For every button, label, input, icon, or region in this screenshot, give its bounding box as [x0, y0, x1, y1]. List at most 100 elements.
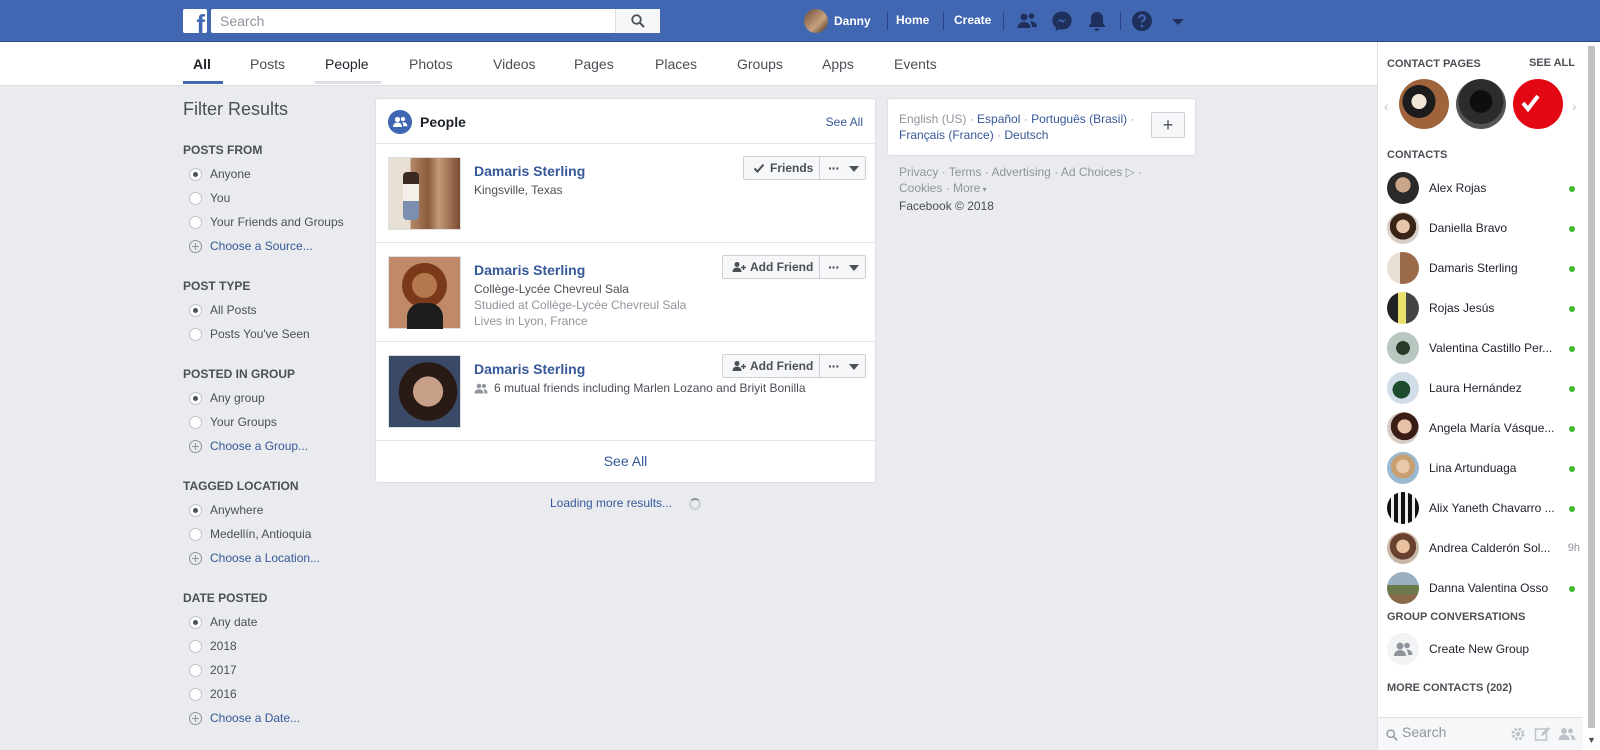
radio-anyone[interactable]: Anyone: [189, 166, 251, 182]
tab-photos[interactable]: Photos: [409, 56, 453, 72]
radio-friends-and-groups[interactable]: Your Friends and Groups: [189, 214, 344, 230]
add-language-button[interactable]: +: [1151, 112, 1185, 138]
privacy-link[interactable]: Privacy: [899, 165, 938, 179]
tab-posts[interactable]: Posts: [250, 56, 285, 72]
radio-button[interactable]: [189, 191, 202, 205]
contact-item[interactable]: Alix Yaneth Chavarro ...: [1387, 490, 1575, 526]
contact-item[interactable]: Andrea Calderón Sol... 9h: [1387, 530, 1580, 566]
radio-2016[interactable]: 2016: [189, 686, 237, 702]
contact-item[interactable]: Danna Valentina Osso: [1387, 570, 1575, 606]
contact-page-avatar[interactable]: [1399, 79, 1449, 129]
contact-item[interactable]: Alex Rojas: [1387, 170, 1575, 206]
choose-location-link[interactable]: Choose a Location...: [189, 550, 320, 566]
profile-photo[interactable]: [388, 256, 461, 329]
radio-button[interactable]: [189, 327, 202, 341]
contact-page-avatar[interactable]: [1456, 79, 1506, 129]
radio-anywhere[interactable]: Anywhere: [189, 502, 263, 518]
radio-all-posts[interactable]: All Posts: [189, 302, 257, 318]
radio-2017[interactable]: 2017: [189, 662, 237, 678]
radio-posts-seen[interactable]: Posts You've Seen: [189, 326, 310, 342]
ad-choices-link[interactable]: Ad Choices: [1061, 165, 1122, 179]
radio-button[interactable]: [189, 167, 202, 181]
contact-item[interactable]: Valentina Castillo Per...: [1387, 330, 1575, 366]
search-button[interactable]: [615, 9, 660, 33]
language-link[interactable]: Deutsch: [1004, 128, 1048, 142]
profile-link[interactable]: Danny: [804, 9, 871, 33]
gear-icon[interactable]: [1510, 726, 1526, 742]
tab-videos[interactable]: Videos: [493, 56, 536, 72]
home-link[interactable]: Home: [896, 13, 929, 27]
radio-medellin[interactable]: Medellín, Antioquia: [189, 526, 311, 542]
tab-places[interactable]: Places: [655, 56, 697, 72]
radio-button[interactable]: [189, 415, 202, 429]
radio-any-date[interactable]: Any date: [189, 614, 257, 630]
choose-date-link[interactable]: Choose a Date...: [189, 710, 300, 726]
person-name-link[interactable]: Damaris Sterling: [474, 262, 585, 278]
contact-item[interactable]: Laura Hernández: [1387, 370, 1575, 406]
create-link[interactable]: Create: [954, 13, 991, 27]
add-friend-button[interactable]: Add Friend: [722, 354, 820, 378]
contact-item[interactable]: Rojas Jesús: [1387, 290, 1575, 326]
radio-any-group[interactable]: Any group: [189, 390, 265, 406]
radio-your-groups[interactable]: Your Groups: [189, 414, 277, 430]
account-menu-caret-icon[interactable]: [1166, 9, 1190, 33]
person-name-link[interactable]: Damaris Sterling: [474, 163, 585, 179]
more-options-button[interactable]: ···: [819, 255, 866, 279]
chat-search-input[interactable]: [1402, 724, 1502, 740]
friend-requests-icon[interactable]: [1015, 9, 1039, 33]
choose-source-link[interactable]: Choose a Source...: [189, 238, 313, 254]
messenger-icon[interactable]: [1050, 9, 1074, 33]
chevron-left-icon[interactable]: ‹: [1384, 98, 1389, 114]
radio-button[interactable]: [189, 687, 202, 701]
tab-people[interactable]: People: [325, 56, 369, 72]
help-icon[interactable]: [1130, 9, 1154, 33]
radio-2018[interactable]: 2018: [189, 638, 237, 654]
contact-item[interactable]: Damaris Sterling: [1387, 250, 1575, 286]
profile-photo[interactable]: [388, 355, 461, 428]
radio-button[interactable]: [189, 527, 202, 541]
tab-pages[interactable]: Pages: [574, 56, 614, 72]
more-link[interactable]: More: [953, 181, 980, 195]
radio-button[interactable]: [189, 303, 202, 317]
see-all-link[interactable]: See All: [826, 115, 863, 129]
chevron-right-icon[interactable]: ›: [1572, 98, 1577, 114]
more-options-button[interactable]: ···: [819, 354, 866, 378]
contact-item[interactable]: Daniella Bravo: [1387, 210, 1575, 246]
cookies-link[interactable]: Cookies: [899, 181, 942, 195]
search-input[interactable]: [211, 9, 611, 33]
tab-events[interactable]: Events: [894, 56, 937, 72]
choose-group-link[interactable]: Choose a Group...: [189, 438, 308, 454]
radio-you[interactable]: You: [189, 190, 230, 206]
radio-button[interactable]: [189, 663, 202, 677]
profile-photo[interactable]: [388, 157, 461, 230]
tab-groups[interactable]: Groups: [737, 56, 783, 72]
contact-item[interactable]: Lina Artunduaga: [1387, 450, 1575, 486]
advertising-link[interactable]: Advertising: [991, 165, 1050, 179]
language-link[interactable]: Español: [977, 112, 1020, 126]
radio-button[interactable]: [189, 391, 202, 405]
tab-apps[interactable]: Apps: [822, 56, 854, 72]
see-all-footer-link[interactable]: See All: [604, 453, 648, 469]
terms-link[interactable]: Terms: [949, 165, 982, 179]
create-new-group-button[interactable]: Create New Group: [1387, 631, 1575, 667]
scrollbar-thumb[interactable]: [1588, 46, 1595, 728]
tab-all[interactable]: All: [193, 56, 211, 72]
notifications-bell-icon[interactable]: [1085, 9, 1109, 33]
contact-page-avatar[interactable]: [1513, 79, 1563, 129]
page-scrollbar[interactable]: ▼: [1583, 42, 1600, 750]
scroll-down-arrow-icon[interactable]: ▼: [1587, 735, 1596, 745]
radio-button[interactable]: [189, 503, 202, 517]
contact-pages-see-all[interactable]: SEE ALL: [1529, 57, 1575, 69]
new-group-icon[interactable]: [1558, 727, 1576, 741]
compose-icon[interactable]: [1534, 726, 1550, 742]
facebook-logo-icon[interactable]: f: [183, 9, 207, 33]
language-link[interactable]: Português (Brasil): [1031, 112, 1127, 126]
radio-button[interactable]: [189, 639, 202, 653]
person-name-link[interactable]: Damaris Sterling: [474, 361, 585, 377]
language-link[interactable]: Français (France): [899, 128, 994, 142]
more-options-button[interactable]: ···: [819, 156, 866, 180]
radio-button[interactable]: [189, 615, 202, 629]
radio-button[interactable]: [189, 215, 202, 229]
contact-item[interactable]: Angela María Vásque...: [1387, 410, 1575, 446]
add-friend-button[interactable]: Add Friend: [722, 255, 820, 279]
